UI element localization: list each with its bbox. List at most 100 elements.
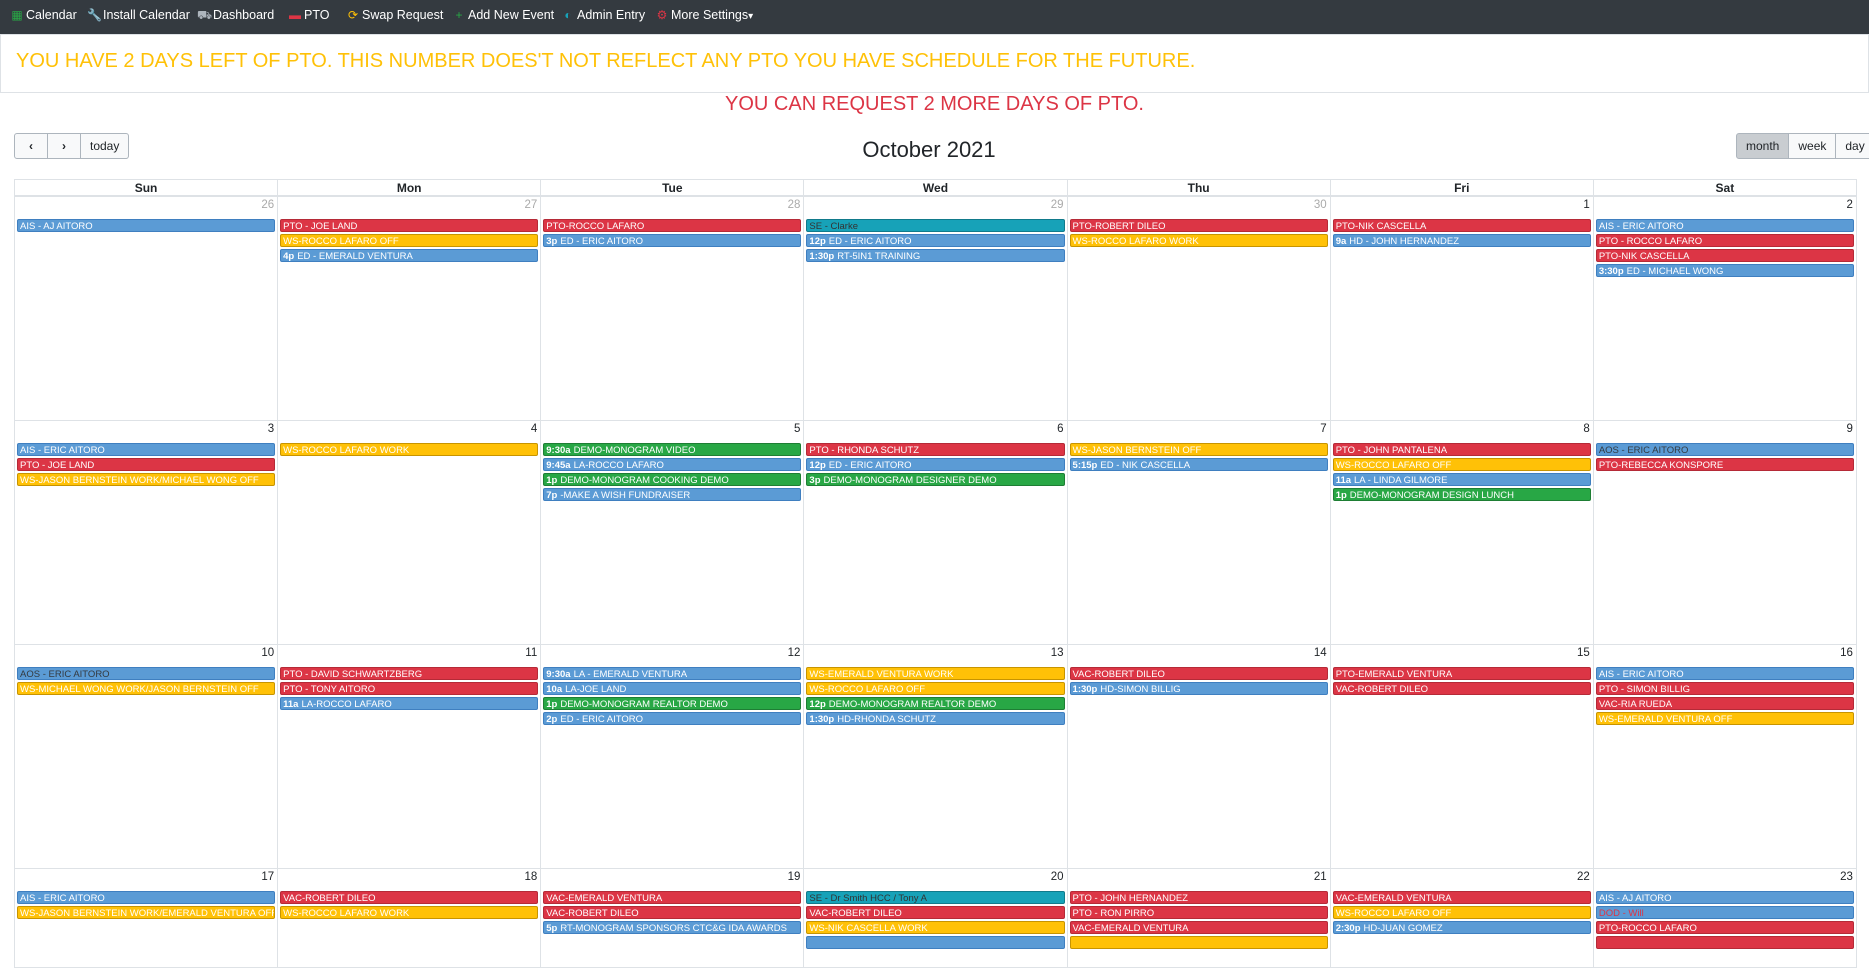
calendar-event[interactable]: 5p RT-MONOGRAM SPONSORS CTC&G IDA AWARDS (543, 921, 802, 934)
day-number[interactable]: 18 (524, 871, 537, 883)
day-cell[interactable]: 16 AIS - ERIC AITORO PTO - SIMON BILLIG VAC… (1592, 644, 1857, 869)
day-cell[interactable]: 9 AOS - ERIC AITORO PTO-REBECCA KONSPORE (1592, 420, 1857, 645)
day-number[interactable]: 14 (1314, 647, 1327, 659)
day-view-button[interactable]: day (1835, 133, 1869, 159)
day-number[interactable]: 27 (524, 199, 537, 211)
calendar-event[interactable]: WS-ROCCO LAFARO OFF (1332, 458, 1591, 471)
calendar-event[interactable]: AIS - ERIC AITORO (1595, 667, 1854, 680)
calendar-event[interactable] (1069, 936, 1328, 949)
calendar-event[interactable]: WS-JASON BERNSTEIN OFF (1069, 443, 1328, 456)
day-number[interactable]: 8 (1583, 423, 1589, 435)
day-number[interactable]: 2 (1847, 199, 1853, 211)
calendar-event[interactable]: DOD - Will (1595, 906, 1854, 919)
calendar-event[interactable]: VAC-ROBERT DILEO (280, 891, 539, 904)
day-number[interactable]: 10 (261, 647, 274, 659)
day-number[interactable]: 16 (1840, 647, 1853, 659)
day-number[interactable]: 29 (1051, 199, 1064, 211)
calendar-event[interactable]: PTO-NIK CASCELLA (1595, 249, 1854, 262)
day-cell[interactable]: 26 AIS - AJ AITORO (14, 196, 279, 421)
calendar-event[interactable]: PTO - JOHN PANTALENA (1332, 443, 1591, 456)
day-number[interactable]: 30 (1314, 199, 1327, 211)
calendar-event[interactable]: 7p -MAKE A WISH FUNDRAISER (543, 488, 802, 501)
calendar-event[interactable]: PTO - DAVID SCHWARTZBERG (280, 667, 539, 680)
day-cell[interactable]: 5 9:30a DEMO-MONOGRAM VIDEO 9:45a LA-ROCCO L… (540, 420, 805, 645)
calendar-event[interactable]: PTO - JOE LAND (280, 219, 539, 232)
day-cell[interactable]: 12 9:30a LA - EMERALD VENTURA 10a LA-JOE LAN… (540, 644, 805, 869)
calendar-event[interactable]: 12p DEMO-MONOGRAM REALTOR DEMO (806, 697, 1065, 710)
day-cell[interactable]: 2 AIS - ERIC AITORO PTO - ROCCO LAFARO PTO-… (1592, 196, 1857, 421)
day-cell[interactable]: 27 PTO - JOE LAND WS-ROCCO LAFARO OFF 4p ED … (277, 196, 542, 421)
day-cell[interactable]: 15 PTO-EMERALD VENTURA VAC-ROBERT DILEO (1329, 644, 1594, 869)
day-cell[interactable]: 10 AOS - ERIC AITORO WS-MICHAEL WONG WORK/… (14, 644, 279, 869)
calendar-event[interactable]: WS-EMERALD VENTURA WORK (806, 667, 1065, 680)
calendar-event[interactable]: AIS - AJ AITORO (1595, 891, 1854, 904)
day-number[interactable]: 21 (1314, 871, 1327, 883)
calendar-event[interactable]: 3:30p ED - MICHAEL WONG (1595, 264, 1854, 277)
calendar-event[interactable]: VAC-RIA RUEDA (1595, 697, 1854, 710)
day-cell[interactable]: 6 PTO - RHONDA SCHUTZ 12p ED - ERIC AITORO 3… (803, 420, 1068, 645)
day-number[interactable]: 9 (1847, 423, 1853, 435)
month-view-button[interactable]: month (1736, 133, 1790, 159)
calendar-event[interactable]: AIS - AJ AITORO (17, 219, 276, 232)
day-number[interactable]: 6 (1057, 423, 1063, 435)
day-number[interactable]: 19 (788, 871, 801, 883)
nav-install-calendar[interactable]: 🔧Install Calendar (87, 0, 190, 30)
day-number[interactable]: 13 (1051, 647, 1064, 659)
calendar-event[interactable]: WS-MICHAEL WONG WORK/JASON BERNSTEIN OFF (17, 682, 276, 695)
day-number[interactable]: 22 (1577, 871, 1590, 883)
calendar-event[interactable]: 3p ED - ERIC AITORO (543, 234, 802, 247)
day-number[interactable]: 20 (1051, 871, 1064, 883)
nav-add-new-event[interactable]: + Add New Event (452, 0, 554, 30)
calendar-event[interactable]: VAC-EMERALD VENTURA (543, 891, 802, 904)
calendar-event[interactable]: 5:15p ED - NIK CASCELLA (1069, 458, 1328, 471)
week-view-button[interactable]: week (1788, 133, 1837, 159)
calendar-event[interactable]: PTO - JOE LAND (17, 458, 276, 471)
day-cell[interactable]: 4 WS-ROCCO LAFARO WORK (277, 420, 542, 645)
calendar-event[interactable]: 9a HD - JOHN HERNANDEZ (1332, 234, 1591, 247)
nav-swap-request[interactable]: ⟳ Swap Request (346, 0, 443, 30)
nav-dashboard[interactable]: ⛟Dashboard (197, 0, 274, 30)
calendar-event[interactable]: 9:45a LA-ROCCO LAFARO (543, 458, 802, 471)
day-number[interactable]: 3 (268, 423, 274, 435)
day-number[interactable]: 15 (1577, 647, 1590, 659)
day-cell[interactable]: 23 AIS - AJ AITORO DOD - Will PTO-ROCCO LAF… (1592, 868, 1857, 968)
calendar-event[interactable]: PTO - SIMON BILLIG (1595, 682, 1854, 695)
calendar-event[interactable]: 1:30p HD-SIMON BILLIG (1069, 682, 1328, 695)
calendar-event[interactable]: PTO-ROCCO LAFARO (1595, 921, 1854, 934)
nav-pto[interactable]: ▬ PTO (288, 0, 329, 30)
calendar-event[interactable]: PTO-REBECCA KONSPORE (1595, 458, 1854, 471)
calendar-event[interactable]: 1:30p HD-RHONDA SCHUTZ (806, 712, 1065, 725)
calendar-event[interactable]: AOS - ERIC AITORO (1595, 443, 1854, 456)
calendar-event[interactable]: 2:30p HD-JUAN GOMEZ (1332, 921, 1591, 934)
calendar-event[interactable]: WS-ROCCO LAFARO WORK (280, 906, 539, 919)
day-cell[interactable]: 28 PTO-ROCCO LAFARO 3p ED - ERIC AITORO (540, 196, 805, 421)
calendar-event[interactable]: 9:30a DEMO-MONOGRAM VIDEO (543, 443, 802, 456)
calendar-event[interactable]: 1p DEMO-MONOGRAM REALTOR DEMO (543, 697, 802, 710)
day-cell[interactable]: 13 WS-EMERALD VENTURA WORK WS-ROCCO LAFARO… (803, 644, 1068, 869)
calendar-event[interactable]: PTO - RHONDA SCHUTZ (806, 443, 1065, 456)
calendar-event[interactable]: VAC-ROBERT DILEO (1069, 667, 1328, 680)
day-number[interactable]: 5 (794, 423, 800, 435)
calendar-event[interactable]: WS-JASON BERNSTEIN WORK/MICHAEL WONG OFF (17, 473, 276, 486)
day-number[interactable]: 12 (788, 647, 801, 659)
calendar-event[interactable]: 4p ED - EMERALD VENTURA (280, 249, 539, 262)
calendar-event[interactable]: 3p DEMO-MONOGRAM DESIGNER DEMO (806, 473, 1065, 486)
calendar-event[interactable] (1595, 936, 1854, 949)
day-cell[interactable]: 20 SE - Dr Smith HCC / Tony A VAC-ROBERT D… (803, 868, 1068, 968)
day-cell[interactable]: 17 AIS - ERIC AITORO WS-JASON BERNSTEIN WO… (14, 868, 279, 968)
calendar-event[interactable]: PTO-ROBERT DILEO (1069, 219, 1328, 232)
day-cell[interactable]: 30 PTO-ROBERT DILEO WS-ROCCO LAFARO WORK (1066, 196, 1331, 421)
calendar-event[interactable]: PTO - TONY AITORO (280, 682, 539, 695)
calendar-event[interactable] (806, 936, 1065, 949)
day-cell[interactable]: 11 PTO - DAVID SCHWARTZBERG PTO - TONY AIT… (277, 644, 542, 869)
calendar-event[interactable]: PTO-NIK CASCELLA (1332, 219, 1591, 232)
calendar-event[interactable]: 1p DEMO-MONOGRAM COOKING DEMO (543, 473, 802, 486)
day-number[interactable]: 7 (1320, 423, 1326, 435)
day-cell[interactable]: 8 PTO - JOHN PANTALENA WS-ROCCO LAFARO OFF… (1329, 420, 1594, 645)
calendar-event[interactable]: 12p ED - ERIC AITORO (806, 234, 1065, 247)
calendar-event[interactable]: AIS - ERIC AITORO (1595, 219, 1854, 232)
day-number[interactable]: 23 (1840, 871, 1853, 883)
calendar-event[interactable]: AIS - ERIC AITORO (17, 891, 276, 904)
calendar-event[interactable]: 1p DEMO-MONOGRAM DESIGN LUNCH (1332, 488, 1591, 501)
calendar-event[interactable]: 1:30p RT-5IN1 TRAINING (806, 249, 1065, 262)
